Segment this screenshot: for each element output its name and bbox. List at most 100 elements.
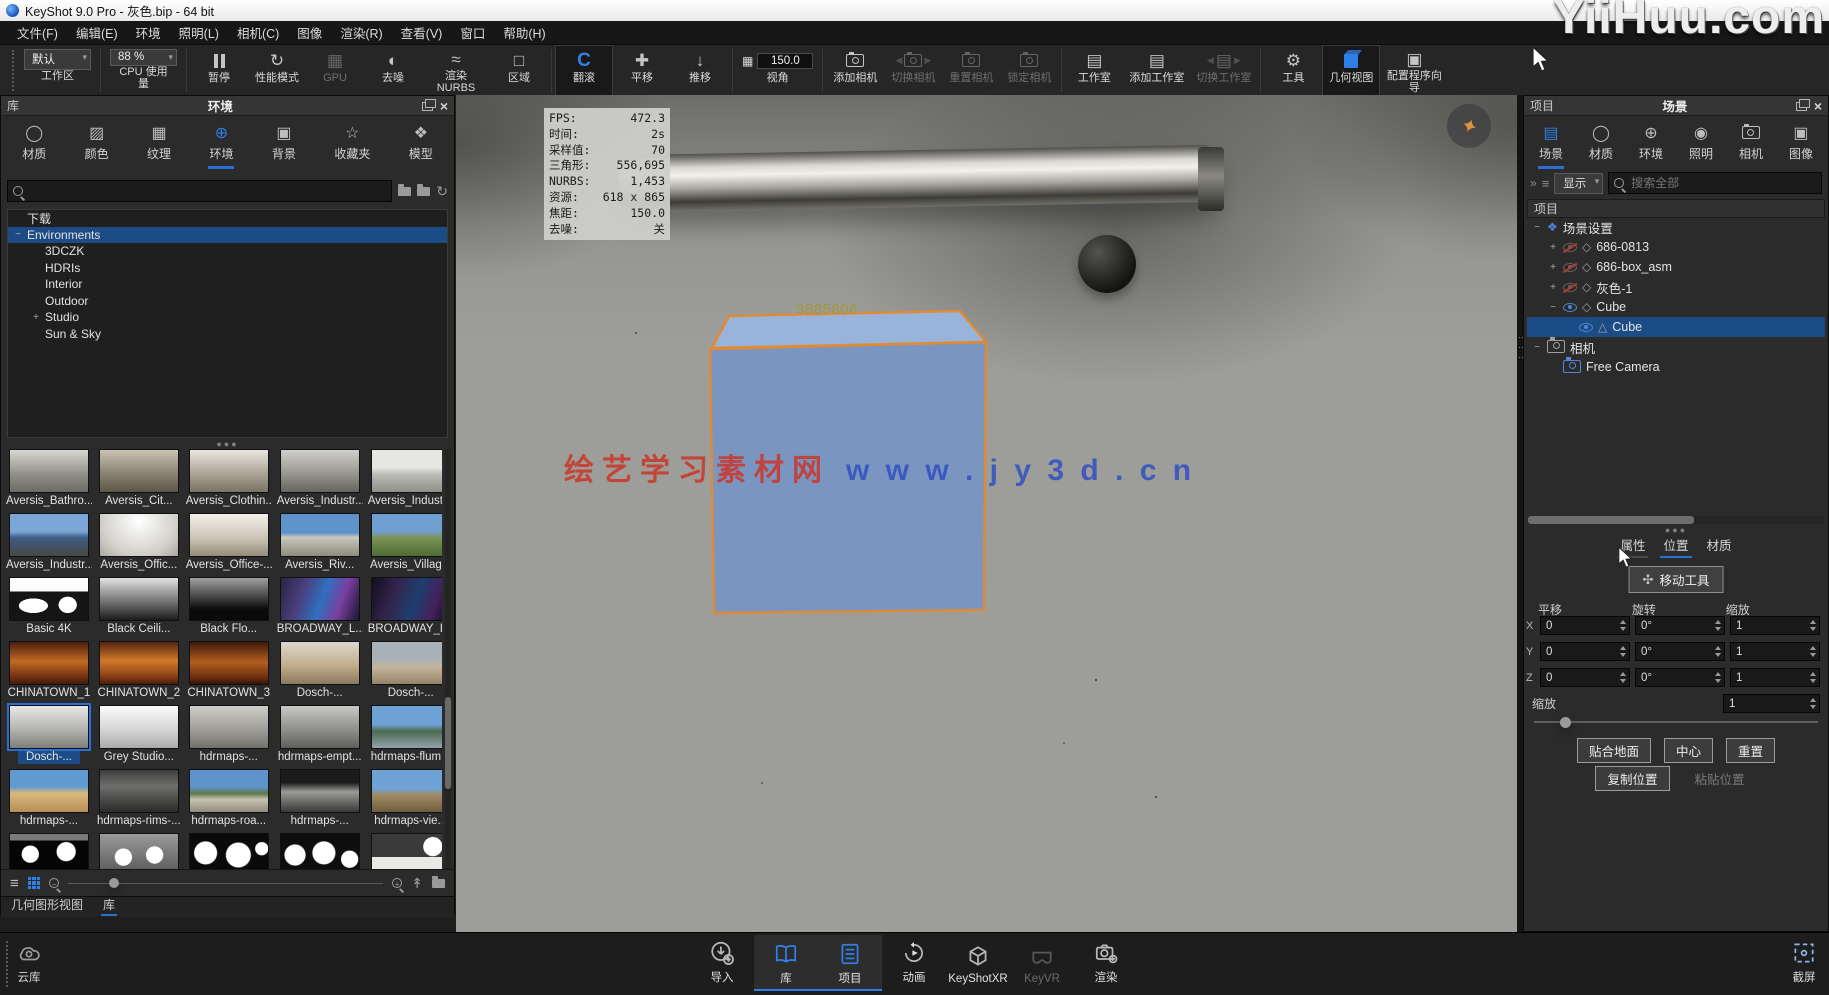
move-tool-button[interactable]: ✣ 移动工具: [1629, 566, 1724, 593]
stepper-arrows[interactable]: [1620, 646, 1627, 657]
toolbar-添加相机-button[interactable]: 添加相机: [826, 45, 884, 96]
scene-search-input[interactable]: [1629, 175, 1816, 191]
y-rotate-field[interactable]: 0°: [1635, 642, 1725, 661]
library-search-box[interactable]: [7, 180, 392, 202]
zoom-in-icon[interactable]: +: [392, 878, 402, 888]
next-arrow-icon[interactable]: ▶: [1234, 55, 1241, 66]
visibility-off-icon[interactable]: [1563, 243, 1577, 252]
stepper-arrows[interactable]: [1810, 698, 1817, 709]
visibility-on-icon[interactable]: [1579, 323, 1593, 332]
library-tree-item-Sun & Sky[interactable]: Sun & Sky: [8, 326, 447, 343]
dock-item-导入[interactable]: 导入: [690, 935, 754, 991]
dock-item-项目[interactable]: 项目: [818, 935, 882, 991]
environment-thumbnail[interactable]: Aversis_Clothin...: [186, 449, 272, 508]
environment-thumbnail[interactable]: CHINATOWN_1: [6, 641, 92, 700]
z-translate-field[interactable]: 0: [1540, 668, 1630, 687]
subtab-材质[interactable]: 材质: [1704, 534, 1735, 558]
stepper-arrows[interactable]: [1715, 620, 1722, 631]
workspace-select[interactable]: 默认: [24, 49, 91, 70]
y-scale-field[interactable]: 1: [1730, 642, 1820, 661]
toolbar-drag-handle[interactable]: [12, 50, 14, 91]
toolbar-重置相机-button[interactable]: 重置相机: [942, 45, 1000, 96]
scrollbar-handle[interactable]: [445, 697, 451, 789]
toolbar-配置程序向导-button[interactable]: ▣配置程序向导: [1380, 45, 1448, 96]
environment-thumbnail[interactable]: [277, 833, 363, 869]
menu-item-5[interactable]: 图像: [288, 20, 331, 45]
environment-thumbnail[interactable]: BROADWAY_L...: [368, 577, 442, 636]
project-tab-环境[interactable]: ⊕环境: [1636, 121, 1666, 169]
tree-expander[interactable]: −: [1532, 342, 1542, 353]
grid-view-icon[interactable]: [28, 877, 41, 890]
project-tab-相机[interactable]: 相机: [1736, 121, 1766, 169]
dock-item-KeyVR[interactable]: KeyVR: [1010, 935, 1074, 991]
environment-thumbnail[interactable]: [97, 833, 181, 869]
toolbar-工具-button[interactable]: ⚙工具: [1264, 45, 1322, 96]
library-splitter-handle[interactable]: ●●●: [1, 440, 454, 449]
tree-expander[interactable]: −: [1532, 222, 1542, 233]
project-tab-场景[interactable]: ▤场景: [1536, 121, 1566, 169]
toolbar-暂停-button[interactable]: 暂停: [190, 45, 248, 96]
uniform-scale-field[interactable]: 1: [1723, 694, 1820, 713]
menu-item-4[interactable]: 相机(C): [228, 20, 288, 45]
toolbar-性能模式-button[interactable]: ↻性能模式: [248, 45, 306, 96]
dock-tab-几何图形视图[interactable]: 几何图形视图: [9, 895, 85, 917]
menu-item-7[interactable]: 查看(V): [392, 20, 452, 45]
environment-thumbnail[interactable]: Aversis_Industr...: [277, 449, 363, 508]
new-folder-icon[interactable]: [432, 879, 445, 888]
复制位置-button[interactable]: 复制位置: [1595, 766, 1669, 791]
environment-thumbnail[interactable]: Black Flo...: [186, 577, 272, 636]
library-tree-item-HDRIs[interactable]: HDRIs: [8, 260, 447, 277]
scene-tree-item-Free Camera[interactable]: Free Camera: [1527, 357, 1825, 377]
close-panel-icon[interactable]: ×: [440, 99, 448, 113]
collapse-all-icon[interactable]: »: [1530, 176, 1537, 190]
tree-expander[interactable]: +: [31, 312, 41, 323]
scene-tree-item-灰色-1[interactable]: +◇灰色-1: [1527, 277, 1825, 297]
thumbnail-scrollbar[interactable]: [445, 449, 451, 869]
environment-thumbnail[interactable]: Aversis_Riv...: [277, 513, 363, 572]
tree-expander[interactable]: −: [1548, 302, 1558, 313]
environment-thumbnail[interactable]: [368, 833, 442, 869]
scene-tree-item-686-0813[interactable]: +◇686-0813: [1527, 237, 1825, 257]
environment-thumbnail[interactable]: hdrmaps-...: [186, 705, 272, 764]
cloud-library-button[interactable]: 云库: [16, 940, 42, 985]
tree-expander[interactable]: +: [1548, 282, 1558, 293]
environment-thumbnail[interactable]: hdrmaps-...: [277, 769, 363, 828]
library-tree-item-Interior[interactable]: Interior: [8, 276, 447, 293]
import-folder-icon[interactable]: [417, 187, 430, 196]
visibility-on-icon[interactable]: [1563, 303, 1577, 312]
toolbar-推移-button[interactable]: ↓推移: [671, 45, 729, 96]
project-tab-图像[interactable]: ▣图像: [1786, 121, 1816, 169]
environment-thumbnail[interactable]: Black Ceili...: [97, 577, 181, 636]
library-tab-背景[interactable]: ▣背景: [269, 121, 299, 169]
library-tab-颜色[interactable]: ▨颜色: [82, 121, 112, 169]
scene-tree-item-相机[interactable]: −相机: [1527, 337, 1825, 357]
add-folder-icon[interactable]: [398, 187, 411, 196]
stepper-arrows[interactable]: [1715, 646, 1722, 657]
menu-item-0[interactable]: 文件(F): [8, 20, 67, 45]
library-tab-模型[interactable]: ❖模型: [406, 121, 436, 169]
next-arrow-icon[interactable]: ▶: [924, 55, 931, 66]
toolbar-去噪-button[interactable]: ◐去噪: [364, 45, 422, 96]
environment-thumbnail[interactable]: Dosch-...: [368, 641, 442, 700]
stepper-arrows[interactable]: [1715, 672, 1722, 683]
menu-item-2[interactable]: 环境: [127, 20, 170, 45]
environment-thumbnail[interactable]: Aversis_Bathro...: [6, 449, 92, 508]
tree-expander[interactable]: +: [1548, 242, 1558, 253]
toolbar-工作室-button[interactable]: ▤工作室: [1065, 45, 1123, 96]
scene-tree-item-686-box_asm[interactable]: +◇686-box_asm: [1527, 257, 1825, 277]
toolbar-翻滚-button[interactable]: C翻滚: [555, 45, 613, 96]
menu-item-3[interactable]: 照明(L): [170, 20, 228, 45]
library-tab-环境[interactable]: ⊕环境: [206, 121, 236, 169]
environment-thumbnail[interactable]: [6, 833, 92, 869]
library-tree-item-3DCZK[interactable]: 3DCZK: [8, 243, 447, 260]
environment-thumbnail[interactable]: hdrmaps-flum...: [368, 705, 442, 764]
menu-item-8[interactable]: 窗口: [451, 20, 494, 45]
environment-thumbnail[interactable]: Aversis_Offic...: [97, 513, 181, 572]
list-view-icon[interactable]: ≡: [10, 876, 19, 891]
environment-thumbnail[interactable]: hdrmaps-vie...: [368, 769, 442, 828]
visibility-off-icon[interactable]: [1563, 283, 1577, 292]
stepper-arrows[interactable]: [1810, 646, 1817, 657]
screenshot-button[interactable]: 截屏: [1791, 940, 1817, 985]
environment-thumbnail[interactable]: hdrmaps-...: [6, 769, 92, 828]
scene-search-box[interactable]: [1608, 172, 1822, 194]
